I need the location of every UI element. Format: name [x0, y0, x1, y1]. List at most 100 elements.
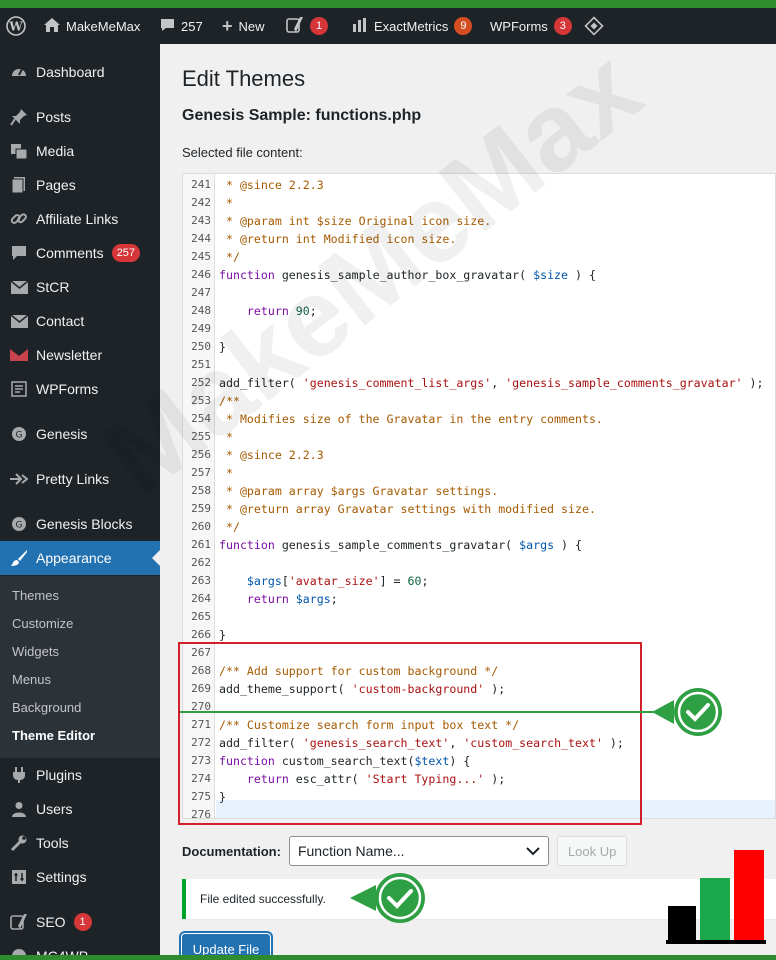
new-label: New [238, 18, 265, 34]
comments-link[interactable]: 257 [160, 8, 203, 44]
diamond-icon[interactable] [584, 8, 604, 44]
sidebar-item-pretty-links[interactable]: Pretty Links [0, 462, 160, 496]
sidebar-item-label: Newsletter [36, 347, 103, 363]
code-line: return $args; [246, 592, 338, 606]
submenu-item-theme-editor[interactable]: Theme Editor [12, 728, 95, 743]
line-number: 258 [191, 484, 211, 497]
line-number: 245 [191, 250, 211, 263]
code-line: */ [219, 250, 240, 264]
dashboard-icon [10, 63, 28, 81]
selected-file-label: Selected file content: [182, 145, 303, 160]
code-line: * [219, 466, 233, 480]
mail-icon [10, 312, 28, 330]
sidebar-item-label: Appearance [36, 550, 112, 566]
yoast-menu[interactable]: 1 [286, 8, 328, 44]
submenu-item-menus[interactable]: Menus [12, 672, 51, 687]
code-line: return 90; [246, 304, 317, 318]
sidebar-item-pages[interactable]: Pages [0, 168, 160, 202]
sidebar-item-posts[interactable]: Posts [0, 100, 160, 134]
code-line: /** [219, 394, 240, 408]
line-number: 260 [191, 520, 211, 533]
sidebar-item-settings[interactable]: Settings [0, 860, 160, 894]
top-green-strip [0, 0, 776, 8]
line-number: 252 [191, 376, 211, 389]
sidebar-item-label: Comments [36, 245, 104, 261]
plugin-icon [10, 766, 28, 784]
submenu-item-customize[interactable]: Customize [12, 616, 73, 631]
new-content-link[interactable]: + New [222, 8, 265, 44]
exactmetrics-menu[interactable]: ExactMetrics 9 [352, 8, 473, 44]
code-line: } [219, 340, 226, 354]
code-line: add_filter( 'genesis_comment_list_args',… [219, 376, 764, 390]
svg-text:G: G [16, 431, 23, 441]
sidebar-item-tools[interactable]: Tools [0, 826, 160, 860]
submenu-item-background[interactable]: Background [12, 700, 81, 715]
line-number: 244 [191, 232, 211, 245]
sidebar-item-dashboard[interactable]: Dashboard [0, 55, 160, 89]
comment-icon [10, 244, 28, 262]
comments-count: 257 [181, 18, 203, 34]
submenu-item-widgets[interactable]: Widgets [12, 644, 59, 659]
sidebar-item-label: Dashboard [36, 64, 105, 80]
line-number: 265 [191, 610, 211, 623]
line-number: 264 [191, 592, 211, 605]
sidebar-item-newsletter[interactable]: Newsletter [0, 338, 160, 372]
sidebar-item-comments[interactable]: Comments 257 [0, 236, 160, 270]
wrench-icon [10, 834, 28, 852]
exactmetrics-badge: 9 [454, 17, 473, 35]
sidebar-item-label: Settings [36, 869, 87, 885]
code-line: * @since 2.2.3 [219, 448, 324, 462]
wpforms-menu[interactable]: WPForms 3 [490, 8, 572, 44]
sidebar-item-genesis[interactable]: G Genesis [0, 417, 160, 451]
sidebar-item-wpforms[interactable]: WPForms [0, 372, 160, 406]
genesis-icon: G [10, 425, 28, 443]
sidebar-item-seo[interactable]: SEO 1 [0, 905, 160, 939]
yoast-badge: 1 [310, 17, 328, 35]
sidebar-item-appearance[interactable]: Appearance [0, 541, 160, 575]
function-name-select-value: Function Name... [297, 843, 405, 859]
bar-logo-icon [666, 848, 766, 949]
line-number: 254 [191, 412, 211, 425]
pin-icon [10, 108, 28, 126]
look-up-button[interactable]: Look Up [556, 836, 628, 866]
line-number: 250 [191, 340, 211, 353]
genesis-icon: G [10, 515, 28, 533]
code-line: function genesis_sample_author_box_grava… [219, 268, 596, 282]
sidebar-item-label: Contact [36, 313, 85, 329]
submenu-item-themes[interactable]: Themes [12, 588, 59, 603]
notice-check-callout [348, 870, 428, 931]
sidebar-item-label: Media [36, 143, 75, 159]
sidebar-item-users[interactable]: Users [0, 792, 160, 826]
sidebar-item-label: Users [36, 801, 73, 817]
brush-icon [10, 549, 28, 567]
sidebar-item-affiliate-links[interactable]: Affiliate Links [0, 202, 160, 236]
main-content: Edit Themes Genesis Sample: functions.ph… [160, 44, 776, 960]
code-line: $args['avatar_size'] = 60; [246, 574, 429, 588]
line-number: 241 [191, 178, 211, 191]
sidebar-item-genesis-blocks[interactable]: G Genesis Blocks [0, 507, 160, 541]
code-line: * Modifies size of the Gravatar in the e… [219, 412, 603, 426]
line-number: 249 [191, 322, 211, 335]
sidebar-item-stcr[interactable]: StCR [0, 270, 160, 304]
exactmetrics-label: ExactMetrics [374, 18, 449, 34]
sidebar-item-label: Genesis [36, 426, 88, 442]
wordpress-logo-icon[interactable]: W [6, 8, 26, 44]
sidebar-item-label: SEO [36, 914, 66, 930]
line-number: 242 [191, 196, 211, 209]
media-icon [10, 142, 28, 160]
page-title: Edit Themes [182, 66, 306, 91]
yoast-icon [286, 16, 304, 37]
sidebar-item-label: WPForms [36, 381, 99, 397]
function-name-select[interactable]: Function Name... [288, 836, 549, 866]
sidebar-item-media[interactable]: Media [0, 134, 160, 168]
sidebar-item-contact[interactable]: Contact [0, 304, 160, 338]
success-check-callout [650, 686, 726, 743]
mail-icon [10, 278, 28, 296]
sidebar-item-plugins[interactable]: Plugins [0, 758, 160, 792]
site-name-link[interactable]: MakeMeMax [44, 8, 140, 44]
code-line: */ [219, 520, 240, 534]
code-line: * @since 2.2.3 [219, 178, 324, 192]
user-icon [10, 800, 28, 818]
line-number: 247 [191, 286, 211, 299]
line-number: 259 [191, 502, 211, 515]
